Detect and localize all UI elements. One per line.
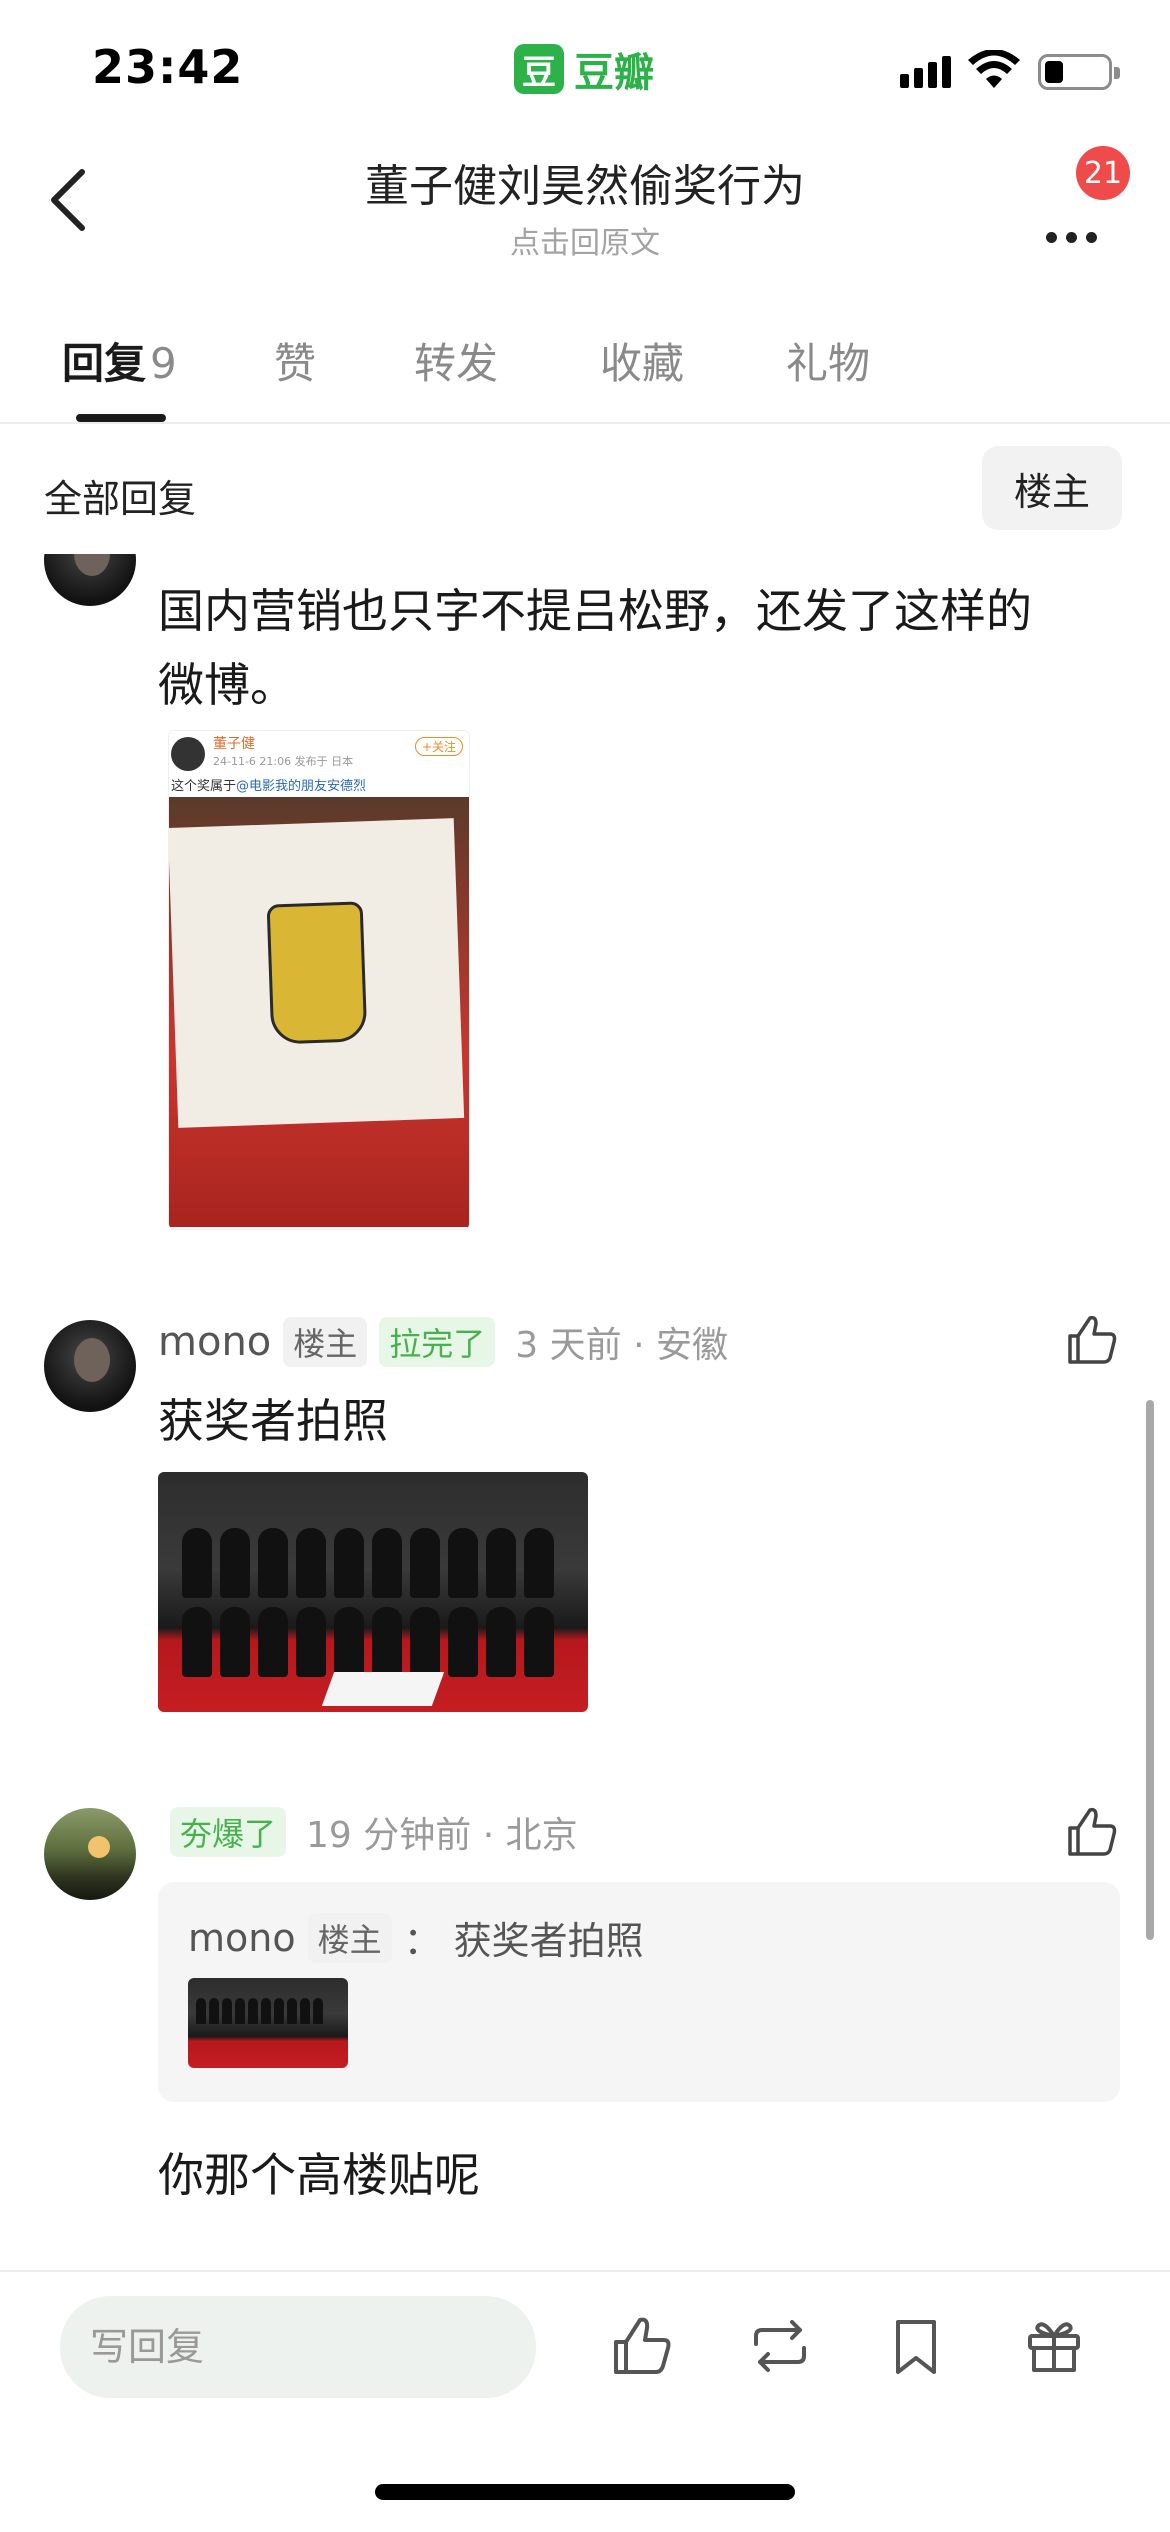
comment-image-award-photo[interactable] bbox=[158, 1472, 588, 1712]
reply-feed[interactable]: 国内营销也只字不提吕松野，还发了这样的 微博。 董子健 24-11-6 21:0… bbox=[0, 554, 1170, 2270]
time-location: 19 分钟前 · 北京 bbox=[306, 1815, 578, 1856]
quote-separator: ： bbox=[403, 1919, 442, 1963]
wifi-icon bbox=[968, 50, 1020, 88]
comment-text: 国内营销也只字不提吕松野，还发了这样的 微博。 bbox=[158, 574, 1118, 722]
filter-row: 全部回复 楼主 bbox=[0, 424, 1170, 554]
user-tag-badge: 拉完了 bbox=[379, 1317, 496, 1367]
time-location: 3 天前 · 安徽 bbox=[515, 1325, 728, 1366]
op-badge: 楼主 bbox=[283, 1317, 368, 1367]
quoted-reply-header: mono 楼主 ： 获奖者拍照 bbox=[188, 1910, 644, 1965]
weibo-caption: 这个奖属于@电影我的朋友安德烈 bbox=[171, 775, 366, 794]
avatar[interactable] bbox=[44, 1320, 136, 1412]
avatar[interactable] bbox=[44, 1808, 136, 1900]
trophy-drawing bbox=[266, 901, 368, 1045]
app-indicator: 豆 豆瓣 bbox=[514, 40, 654, 98]
tab-gifts[interactable]: 礼物 bbox=[786, 330, 870, 391]
weibo-avatar bbox=[171, 737, 205, 771]
comment-text-line: 微博。 bbox=[158, 658, 296, 712]
quoted-text: 获奖者拍照 bbox=[453, 1919, 644, 1963]
tab-bar: 回复9 赞 转发 收藏 礼物 bbox=[0, 300, 1170, 424]
status-bar: 23:42 豆 豆瓣 bbox=[0, 0, 1170, 140]
reply-input[interactable] bbox=[60, 2296, 536, 2398]
weibo-meta: 24-11-6 21:06 发布于 日本 bbox=[213, 755, 354, 768]
title-area[interactable]: 董子健刘昊然偷奖行为 点击回原文 bbox=[200, 150, 970, 262]
quoted-username: mono bbox=[188, 1915, 296, 1960]
tab-reshares[interactable]: 转发 bbox=[414, 330, 498, 391]
cellular-signal-icon bbox=[900, 56, 951, 88]
thumbs-up-icon[interactable] bbox=[1064, 1804, 1120, 1860]
active-tab-indicator bbox=[76, 414, 166, 422]
quoted-image-thumbnail[interactable] bbox=[188, 1978, 348, 2068]
gift-icon[interactable] bbox=[1022, 2314, 1086, 2378]
comment-text: 你那个高楼贴呢 bbox=[158, 2148, 480, 2202]
page-title: 董子健刘昊然偷奖行为 bbox=[365, 161, 805, 212]
tab-replies[interactable]: 回复9 bbox=[62, 330, 177, 391]
comment-text: 获奖者拍照 bbox=[158, 1394, 388, 1448]
paper-card bbox=[169, 818, 465, 1128]
handdrawn-trophy-photo bbox=[169, 797, 469, 1227]
thumbnail-figures bbox=[196, 1998, 346, 2058]
home-indicator[interactable] bbox=[375, 2484, 795, 2500]
avatar[interactable] bbox=[44, 554, 136, 606]
douban-logo-icon: 豆 bbox=[514, 44, 564, 94]
back-to-original-link[interactable]: 点击回原文 bbox=[200, 218, 970, 262]
back-arrow-icon[interactable] bbox=[40, 162, 100, 238]
tab-collections[interactable]: 收藏 bbox=[600, 330, 684, 391]
quoted-reply[interactable]: mono 楼主 ： 获奖者拍照 bbox=[158, 1882, 1120, 2102]
app-name: 豆瓣 bbox=[574, 50, 654, 96]
scrollbar[interactable] bbox=[1146, 1400, 1154, 1940]
status-time: 23:42 bbox=[92, 40, 244, 94]
thumbs-up-icon[interactable] bbox=[1064, 1312, 1120, 1368]
group-photo-figures bbox=[182, 1528, 562, 1678]
all-replies-filter[interactable]: 全部回复 bbox=[44, 468, 196, 523]
weibo-follow-label: +关注 bbox=[414, 737, 463, 756]
tab-likes[interactable]: 赞 bbox=[274, 330, 316, 391]
tab-replies-label: 回复 bbox=[62, 339, 147, 388]
more-dots-icon bbox=[1046, 232, 1097, 243]
reshare-icon[interactable] bbox=[748, 2314, 812, 2378]
user-tag-badge: 夯爆了 bbox=[170, 1807, 287, 1857]
comment-meta: mono 楼主 拉完了 3 天前 · 安徽 bbox=[158, 1316, 728, 1368]
notification-badge: 21 bbox=[1076, 146, 1130, 200]
op-badge: 楼主 bbox=[307, 1912, 392, 1963]
weibo-username: 董子健 bbox=[213, 736, 255, 752]
tab-replies-count: 9 bbox=[150, 339, 177, 388]
nav-header: 董子健刘昊然偷奖行为 点击回原文 bbox=[0, 140, 1170, 270]
like-icon[interactable] bbox=[610, 2314, 674, 2378]
bookmark-icon[interactable] bbox=[884, 2314, 948, 2378]
festival-logo-mark bbox=[321, 1672, 445, 1706]
comment-meta: 夯爆了 19 分钟前 · 北京 bbox=[170, 1806, 578, 1858]
weibo-mention: @电影我的朋友安德烈 bbox=[236, 779, 367, 794]
op-only-filter-button[interactable]: 楼主 bbox=[982, 446, 1122, 530]
bottom-action-bar bbox=[0, 2270, 1170, 2532]
battery-icon bbox=[1038, 54, 1120, 90]
username[interactable]: mono bbox=[158, 1319, 271, 1365]
weibo-caption-text: 这个奖属于 bbox=[171, 779, 237, 794]
comment-text-line: 国内营销也只字不提吕松野，还发了这样的 bbox=[158, 584, 1032, 638]
comment-image-weibo-screenshot[interactable]: 董子健 24-11-6 21:06 发布于 日本 +关注 这个奖属于@电影我的朋… bbox=[168, 730, 470, 1230]
